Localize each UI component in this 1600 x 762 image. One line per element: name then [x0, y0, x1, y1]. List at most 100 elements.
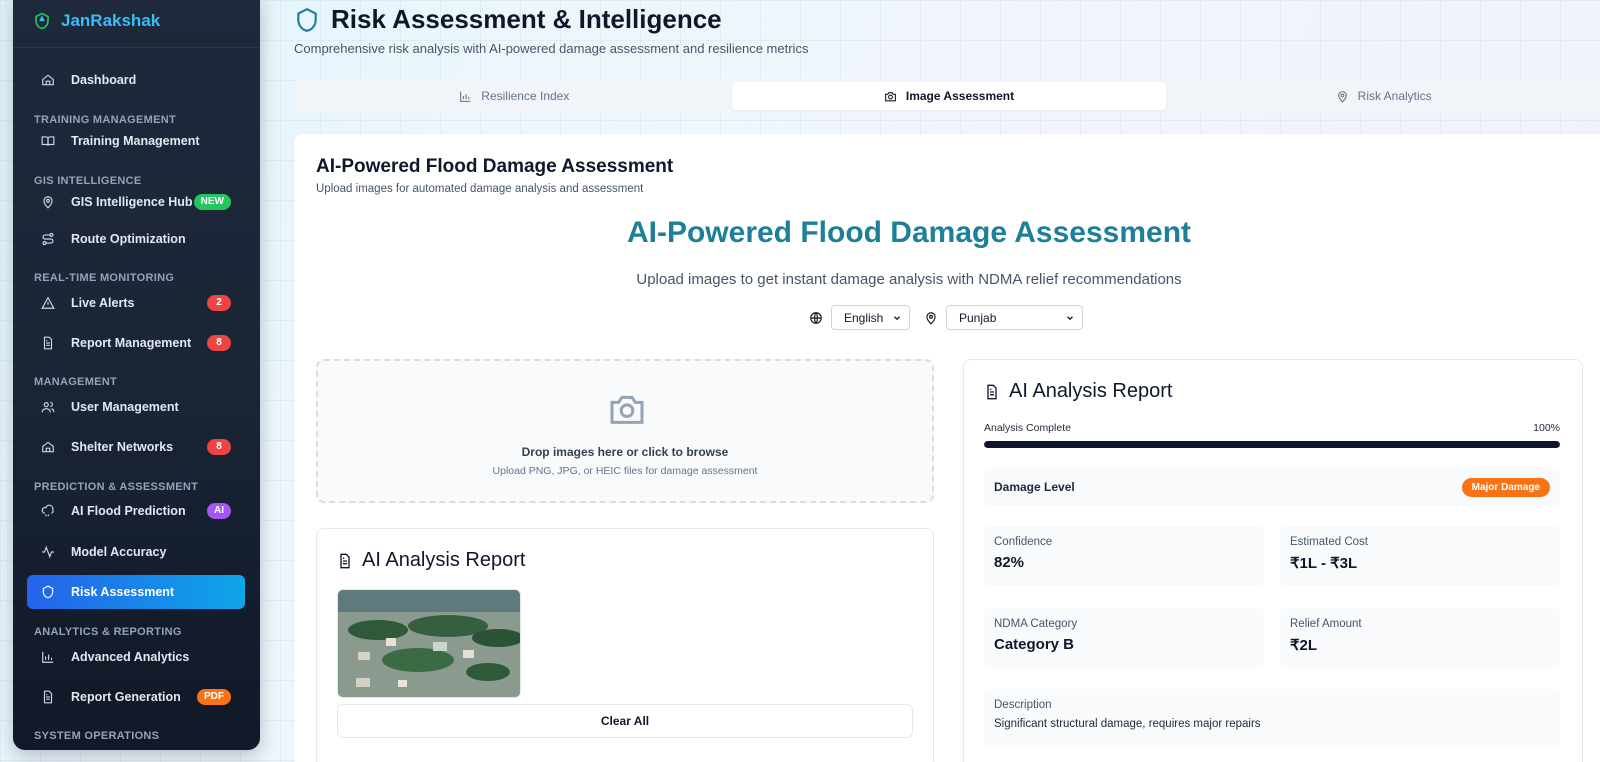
shield-icon [42, 585, 54, 599]
description-text: Significant structural damage, requires … [994, 718, 1261, 730]
card-subtitle: Upload images for automated damage analy… [316, 183, 644, 195]
sidebar-item-advanced-analytics[interactable]: Advanced Analytics [27, 640, 245, 674]
activity-icon [42, 545, 54, 559]
analysis-report-panel: AI Analysis Report Analysis Complete 100… [963, 359, 1583, 762]
tab-bar: Resilience Index Image Assessment Risk A… [294, 79, 1600, 113]
region-value: Punjab [959, 310, 997, 325]
sidebar-item-shelter-networks[interactable]: Shelter Networks 8 [27, 430, 245, 464]
bar-chart-icon [460, 91, 471, 102]
section-label-management: Management [34, 376, 118, 388]
file-text-icon [43, 336, 53, 350]
report-heading: AI Analysis Report [984, 380, 1172, 403]
progress-fill [984, 441, 1560, 448]
progress-labels: Analysis Complete 100% [984, 422, 1560, 434]
sidebar-item-gis-hub[interactable]: GIS Intelligence Hub NEW [27, 185, 245, 219]
flood-photo [338, 590, 520, 697]
shield-logo-icon [35, 12, 49, 29]
sidebar-item-label: Report Generation [71, 690, 181, 704]
chevron-down-icon [1067, 315, 1073, 320]
sidebar-item-ai-flood-prediction[interactable]: AI Flood Prediction AI [27, 494, 245, 528]
image-dropzone[interactable]: Drop images here or click to browse Uplo… [316, 359, 934, 503]
tab-resilience-index[interactable]: Resilience Index [297, 82, 732, 110]
stat-estimated-cost: Estimated Cost ₹1L - ₹3L [1280, 526, 1560, 586]
section-label-prediction: Prediction & Assessment [34, 481, 199, 493]
progress-value: 100% [1533, 422, 1560, 434]
sidebar-item-model-accuracy[interactable]: Model Accuracy [27, 535, 245, 569]
globe-icon [810, 311, 822, 324]
home-icon [42, 441, 54, 453]
count-badge: 2 [207, 295, 231, 311]
stat-label: Estimated Cost [1290, 536, 1368, 548]
sidebar-item-label: Training Management [71, 134, 200, 148]
stat-confidence: Confidence 82% [984, 526, 1264, 586]
clear-all-button[interactable]: Clear All [337, 704, 913, 738]
sidebar-item-label: Dashboard [71, 73, 137, 87]
stat-value: 82% [994, 554, 1025, 571]
sidebar-item-live-alerts[interactable]: Live Alerts 2 [27, 286, 245, 320]
description-box: Description Significant structural damag… [984, 689, 1560, 747]
route-icon [42, 232, 54, 246]
language-select[interactable]: English [831, 305, 910, 330]
file-text-icon [43, 690, 53, 704]
section-label-monitoring: Real-time Monitoring [34, 272, 175, 284]
description-label: Description [994, 699, 1052, 711]
stat-label: NDMA Category [994, 618, 1078, 630]
section-label-analytics: Analytics & Reporting [34, 626, 182, 638]
app-name: JanRakshak [61, 10, 161, 30]
camera-icon [610, 395, 644, 424]
file-text-icon [987, 384, 997, 399]
home-icon [42, 74, 54, 86]
sidebar-item-report-management[interactable]: Report Management 8 [27, 326, 245, 360]
sidebar-item-label: Report Management [71, 336, 192, 350]
uploaded-images-panel: AI Analysis Report Clear All [316, 528, 934, 762]
file-text-icon [340, 553, 350, 568]
sidebar-item-label: AI Flood Prediction [71, 504, 186, 518]
language-value: English [844, 310, 884, 325]
sidebar-item-label: User Management [71, 400, 179, 414]
flood-image-thumbnail[interactable] [337, 589, 521, 698]
tab-label: Image Assessment [905, 89, 1015, 103]
dropzone-main-text: Drop images here or click to browse [521, 445, 729, 459]
map-pin-icon [43, 196, 53, 209]
sidebar-item-risk-assessment[interactable]: Risk Assessment [27, 575, 245, 609]
stat-value: Category B [994, 636, 1075, 653]
sidebar-item-report-generation[interactable]: Report Generation PDF [27, 680, 245, 714]
dropzone-hint-text: Upload PNG, JPG, or HEIC files for damag… [492, 465, 758, 477]
count-badge: 8 [207, 439, 231, 455]
ai-badge: AI [207, 503, 231, 519]
page-title-text: Risk Assessment & Intelligence [331, 4, 722, 34]
stat-ndma-category: NDMA Category Category B [984, 608, 1264, 668]
hero-title: AI-Powered Flood Damage Assessment [626, 216, 1192, 249]
tab-risk-analytics[interactable]: Risk Analytics [1166, 82, 1600, 110]
new-badge: NEW [193, 194, 231, 210]
stat-relief-amount: Relief Amount ₹2L [1280, 608, 1560, 668]
tab-image-assessment[interactable]: Image Assessment [731, 82, 1167, 110]
sidebar-item-training-management[interactable]: Training Management [27, 124, 245, 158]
stat-label: Relief Amount [1290, 618, 1362, 630]
sidebar-item-dashboard[interactable]: Dashboard [27, 63, 245, 97]
sidebar-item-label: Model Accuracy [71, 545, 167, 559]
damage-level-row: Damage Level Major Damage [984, 468, 1560, 506]
chevron-down-icon [894, 315, 900, 320]
sidebar: JanRakshak Training Management GIS Intel… [13, 0, 260, 750]
camera-icon [884, 91, 896, 101]
sidebar-item-user-management[interactable]: User Management [27, 390, 245, 424]
brand[interactable]: JanRakshak [13, 0, 260, 48]
hero-subtitle: Upload images to get instant damage anal… [636, 271, 1182, 288]
sidebar-item-label: Risk Assessment [71, 585, 175, 599]
sidebar-item-label: Live Alerts [71, 296, 135, 310]
stat-value: ₹1L - ₹3L [1290, 555, 1358, 572]
region-select[interactable]: Punjab [946, 305, 1083, 330]
shield-icon [297, 7, 317, 32]
progress-label: Analysis Complete [984, 422, 1071, 434]
sidebar-item-label: Shelter Networks [71, 440, 174, 454]
damage-level-badge: Major Damage [1461, 477, 1550, 497]
map-pin-icon [1337, 90, 1347, 103]
sidebar-item-route-optimization[interactable]: Route Optimization [27, 222, 245, 256]
selectors: English Punjab [809, 305, 1097, 330]
bar-chart-icon [42, 651, 54, 663]
pdf-badge: PDF [197, 689, 231, 705]
page-header: Risk Assessment & Intelligence [294, 4, 722, 35]
page-title: Risk Assessment & Intelligence [294, 4, 722, 35]
book-icon [41, 136, 55, 146]
